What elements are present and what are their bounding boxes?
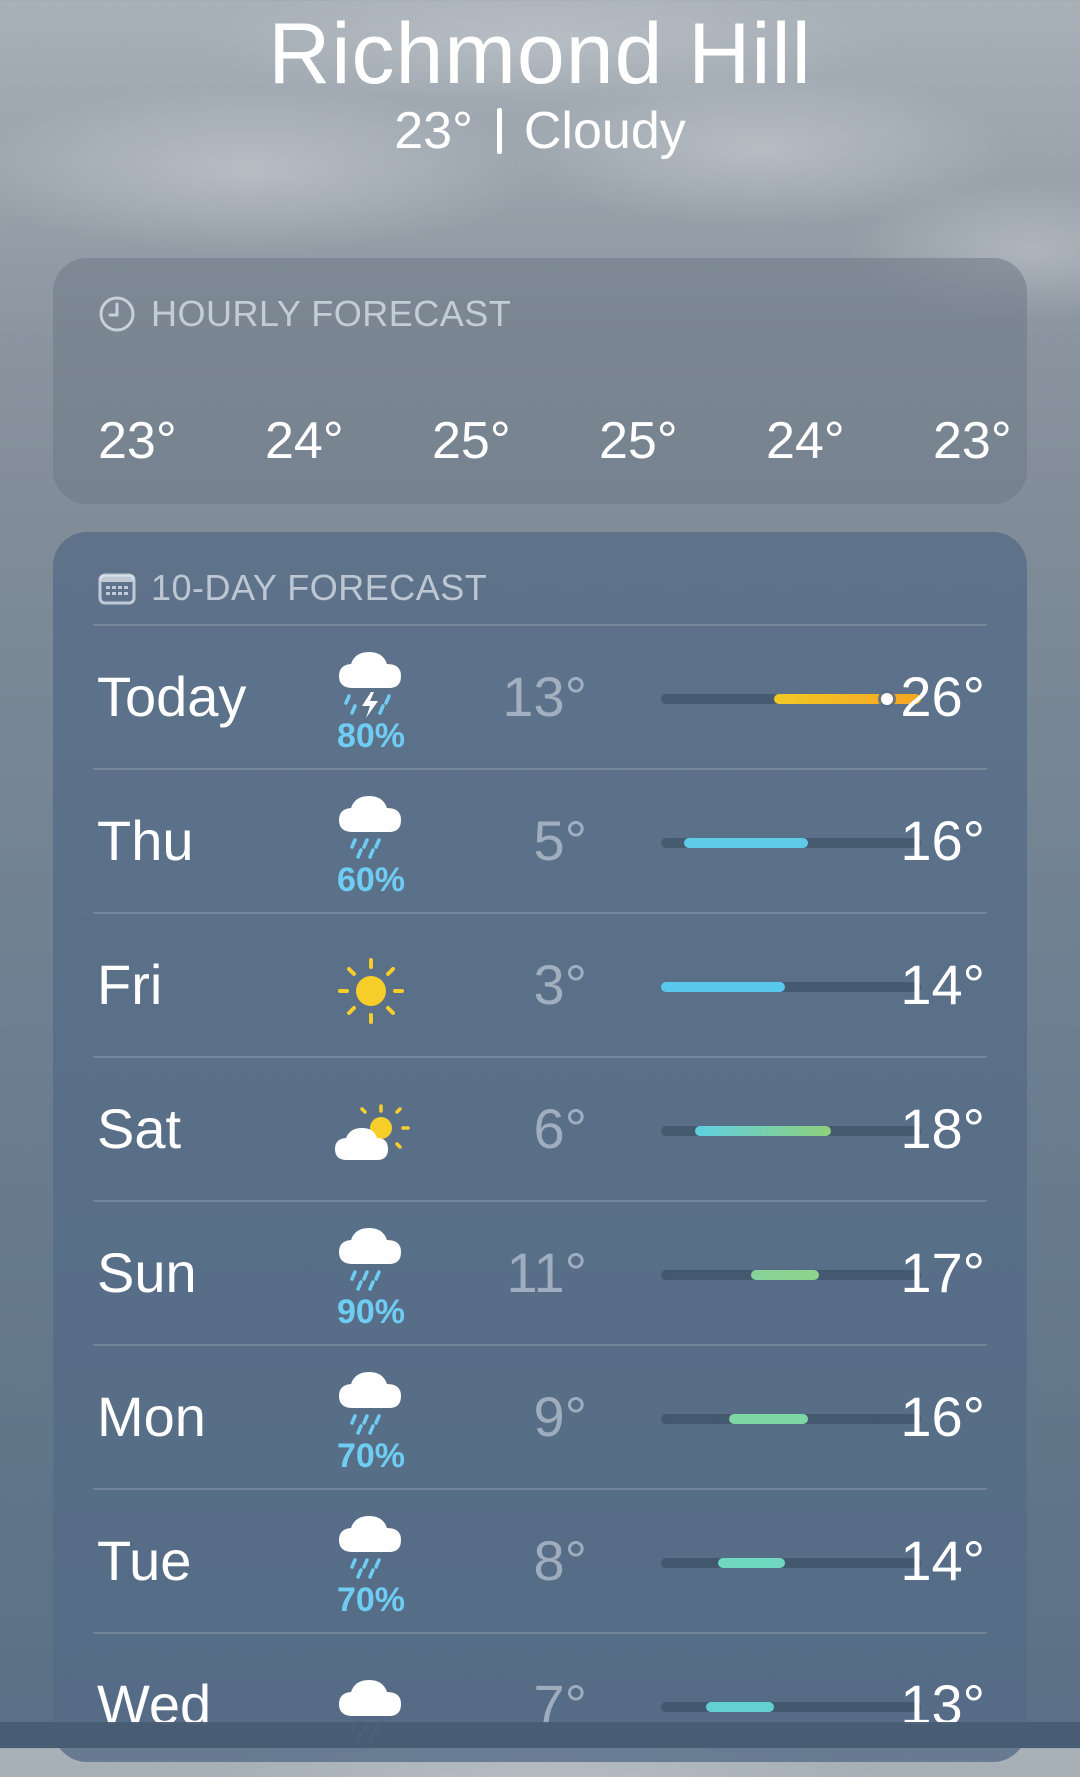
thunderstorm-icon	[331, 644, 411, 722]
day-label: Sat	[97, 1097, 182, 1160]
low-temperature: 11°	[506, 1241, 587, 1304]
rain-icon	[331, 788, 411, 866]
forecast-row-fri[interactable]: Fri 3° 14°	[93, 912, 987, 1057]
temperature-range-fill	[683, 838, 808, 848]
hourly-temp: 23°	[98, 412, 177, 470]
forecast-row-sat[interactable]: Sat 6° 18°	[93, 1056, 987, 1201]
hourly-temp: 25°	[599, 412, 678, 470]
precipitation-chance: 70%	[336, 1581, 406, 1619]
temperature-range-fill	[694, 1126, 831, 1136]
high-temperature: 14°	[900, 953, 985, 1016]
temperature-range-bar	[661, 838, 921, 848]
rain-icon	[331, 1220, 411, 1298]
precipitation-chance: 70%	[336, 1437, 406, 1475]
low-temperature: 8°	[533, 1529, 587, 1592]
hourly-temperatures[interactable]: 23° 24° 25° 25° 24° 23°	[53, 406, 1027, 476]
forecast-row-today[interactable]: Today 80% 13° 26°	[93, 624, 987, 769]
high-temperature: 16°	[900, 809, 985, 872]
rain-icon	[331, 1364, 411, 1442]
low-temperature: 5°	[533, 809, 587, 872]
low-temperature: 6°	[533, 1097, 587, 1160]
current-conditions: 23° Cloudy	[0, 100, 1080, 162]
day-label: Thu	[97, 809, 194, 872]
low-temperature: 3°	[533, 953, 587, 1016]
low-temperature: 9°	[533, 1385, 587, 1448]
high-temperature: 26°	[900, 665, 985, 728]
day-label: Mon	[97, 1385, 206, 1448]
temperature-range-fill	[661, 982, 786, 992]
forecast-row-thu[interactable]: Thu 60% 5° 16°	[93, 768, 987, 913]
high-temperature: 18°	[900, 1097, 985, 1160]
rain-icon	[331, 1508, 411, 1586]
ten-day-forecast-title: 10-DAY FORECAST	[151, 567, 488, 608]
clock-icon	[99, 296, 135, 332]
ten-day-forecast-card[interactable]: 10-DAY FORECAST Today 80% 13° 26° Thu 60% 5° 16…	[53, 532, 1027, 1762]
temperature-range-bar	[661, 1270, 921, 1280]
low-temperature: 13°	[502, 665, 587, 728]
temperature-range-bar	[661, 693, 921, 705]
day-label: Tue	[97, 1529, 192, 1592]
day-label: Fri	[97, 953, 163, 1016]
temperature-range-bar	[661, 1414, 921, 1424]
hourly-temp: 25°	[432, 412, 511, 470]
day-label: Sun	[97, 1241, 197, 1304]
ten-day-forecast-header: 10-DAY FORECAST	[97, 566, 487, 610]
temperature-range-fill	[751, 1270, 820, 1280]
high-temperature: 17°	[900, 1241, 985, 1304]
high-temperature: 14°	[900, 1529, 985, 1592]
city-name: Richmond Hill	[268, 6, 812, 102]
temperature-range-bar	[661, 1558, 921, 1568]
current-condition: Cloudy	[523, 102, 686, 160]
forecast-row-sun[interactable]: Sun 90% 11° 17°	[93, 1200, 987, 1345]
precipitation-chance: 80%	[336, 717, 406, 755]
temperature-range-bar	[661, 1126, 921, 1136]
hourly-temp: 24°	[265, 412, 344, 470]
temperature-range-bar	[661, 1702, 921, 1712]
forecast-row-tue[interactable]: Tue 70% 8° 14°	[93, 1488, 987, 1633]
temperature-range-fill	[706, 1702, 775, 1712]
hourly-forecast-card[interactable]: HOURLY FORECAST 23° 24° 25° 25° 24° 23°	[53, 258, 1027, 504]
forecast-row-mon[interactable]: Mon 70% 9° 16°	[93, 1344, 987, 1489]
hourly-temp: 23°	[933, 412, 1012, 470]
bottom-toolbar	[0, 1722, 1080, 1748]
sun-icon	[331, 952, 411, 1030]
hourly-temp: 24°	[766, 412, 845, 470]
hourly-forecast-title: HOURLY FORECAST	[151, 293, 512, 334]
day-label: Today	[97, 665, 247, 728]
high-temperature: 16°	[900, 1385, 985, 1448]
current-temperature: 23°	[394, 102, 473, 160]
calendar-icon	[98, 573, 136, 605]
temperature-range-bar	[661, 982, 921, 992]
current-temperature-marker	[881, 693, 894, 705]
forecast-row-wed[interactable]: Wed 7° 13°	[93, 1632, 987, 1777]
separator	[496, 108, 502, 154]
precipitation-chance: 60%	[336, 861, 406, 899]
temperature-range-fill	[728, 1414, 808, 1424]
temperature-range-fill	[774, 694, 921, 704]
precipitation-chance: 90%	[336, 1293, 406, 1331]
temperature-range-fill	[717, 1558, 786, 1568]
partly-sunny-icon	[331, 1096, 411, 1174]
hourly-forecast-header: HOURLY FORECAST	[97, 292, 511, 336]
